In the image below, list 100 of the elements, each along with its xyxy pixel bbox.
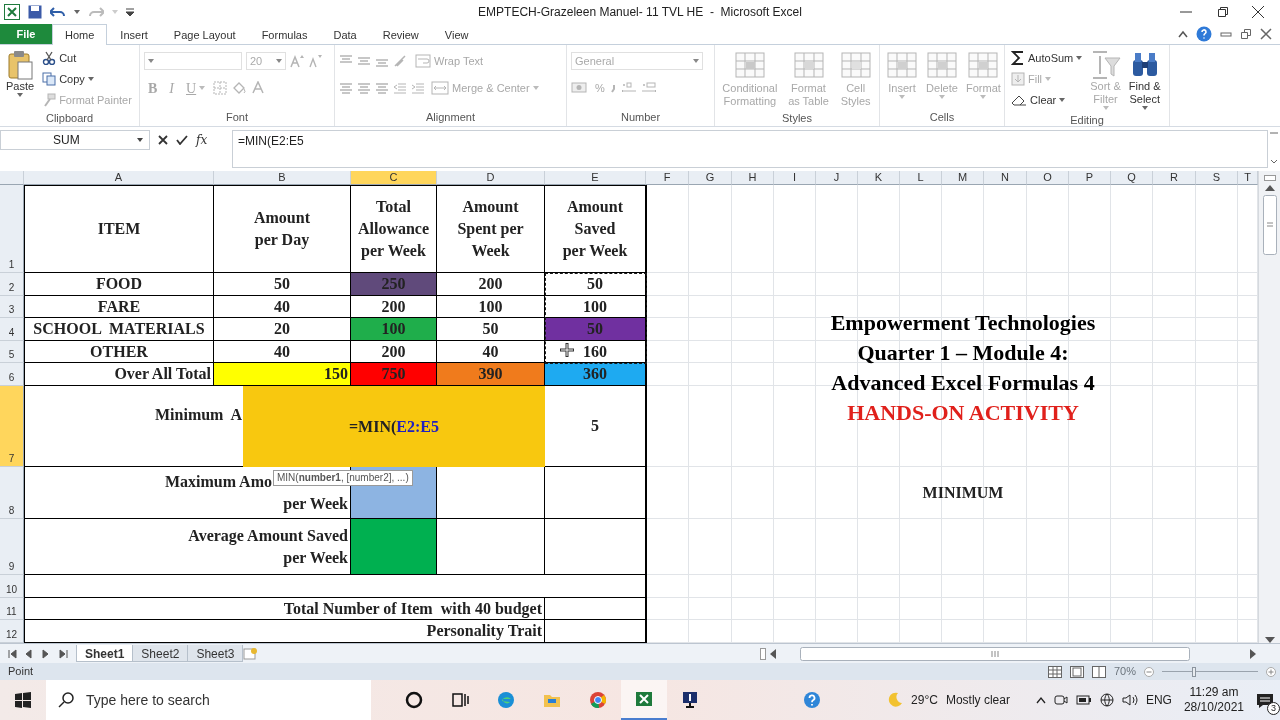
shrink-font-icon[interactable] xyxy=(308,54,322,68)
cell-editor[interactable]: =MIN(E2:E5 xyxy=(243,386,545,467)
column-header[interactable]: P xyxy=(1069,171,1111,185)
align-right-icon[interactable] xyxy=(375,82,389,94)
ribbon-button[interactable]: Clear xyxy=(1009,90,1085,110)
formula-field[interactable]: =MIN(E2:E5 xyxy=(232,130,1268,168)
split-handle-icon[interactable] xyxy=(1263,175,1276,181)
customize-icon[interactable] xyxy=(126,8,134,16)
column-header[interactable]: L xyxy=(900,171,942,185)
temperature[interactable]: 29°C xyxy=(911,691,938,709)
column-header[interactable]: O xyxy=(1027,171,1069,185)
battery-icon[interactable] xyxy=(1075,694,1092,706)
column-header[interactable]: N xyxy=(984,171,1027,185)
save-icon[interactable] xyxy=(28,5,42,19)
clock-time[interactable]: 11:29 am xyxy=(1189,685,1239,700)
font-name-field[interactable] xyxy=(144,52,242,70)
row-header[interactable]: 1 xyxy=(0,185,24,273)
name-box[interactable]: SUM xyxy=(0,130,150,150)
zoom-slider-thumb[interactable] xyxy=(1192,666,1197,677)
ribbon-button[interactable]: Cut xyxy=(40,48,134,68)
decrease-indent-icon[interactable] xyxy=(393,82,407,94)
help-icon[interactable] xyxy=(803,691,822,709)
select-all-button[interactable] xyxy=(0,171,24,185)
previous-sheet-icon[interactable] xyxy=(25,648,34,659)
zoom-out-icon[interactable] xyxy=(1144,666,1154,677)
ribbon-tab[interactable]: Formulas xyxy=(248,24,321,45)
row-header[interactable]: 6 xyxy=(0,363,24,386)
normal-view-icon[interactable] xyxy=(1047,665,1062,678)
split-handle-icon[interactable] xyxy=(760,647,766,660)
enter-icon[interactable] xyxy=(176,135,188,145)
row-header[interactable]: 5 xyxy=(0,341,24,363)
sheet-tab[interactable]: Sheet2 xyxy=(132,645,189,662)
weather-status[interactable]: Mostly clear xyxy=(945,691,1010,709)
column-header[interactable]: F xyxy=(646,171,689,185)
row-header[interactable]: 7 xyxy=(0,386,24,467)
row-header[interactable]: 10 xyxy=(0,575,24,598)
first-sheet-icon[interactable] xyxy=(8,648,17,659)
decrease-decimal-icon[interactable] xyxy=(640,81,657,95)
ribbon-tab[interactable]: Page Layout xyxy=(160,24,249,45)
zoom-level[interactable]: 70% xyxy=(1113,663,1136,680)
sigma-icon[interactable] xyxy=(1011,51,1025,65)
insert-sheet-icon[interactable] xyxy=(242,646,259,661)
scroll-right-icon[interactable] xyxy=(1250,648,1256,659)
eraser-icon[interactable] xyxy=(1011,93,1027,107)
language-indicator[interactable]: ENG xyxy=(1145,691,1172,709)
search-field[interactable]: Type here to search xyxy=(46,680,371,720)
network-icon[interactable] xyxy=(1099,693,1114,707)
column-header[interactable]: R xyxy=(1153,171,1196,185)
column-header[interactable]: H xyxy=(732,171,774,185)
insert-function-button[interactable]: fx xyxy=(196,131,208,149)
row-header[interactable]: 11 xyxy=(0,598,24,620)
column-header[interactable]: G xyxy=(689,171,732,185)
clock-date[interactable]: 28/10/2021 xyxy=(1183,700,1244,715)
scroll-thumb-icon[interactable] xyxy=(800,646,1190,661)
ribbon-tab[interactable]: Insert xyxy=(107,24,161,45)
cancel-icon[interactable] xyxy=(158,135,168,145)
column-header[interactable]: C xyxy=(351,171,437,185)
column-header[interactable]: S xyxy=(1196,171,1238,185)
next-sheet-icon[interactable] xyxy=(42,648,51,659)
column-header[interactable]: D xyxy=(437,171,545,185)
restore-icon[interactable] xyxy=(1216,6,1228,18)
ribbon-button[interactable]: Paste xyxy=(4,48,37,110)
column-header[interactable]: K xyxy=(858,171,900,185)
column-header[interactable]: Q xyxy=(1111,171,1153,185)
increase-decimal-icon[interactable] xyxy=(620,81,637,95)
sheet-tab[interactable]: Sheet1 xyxy=(76,645,134,662)
orientation-icon[interactable] xyxy=(393,55,409,67)
show-hidden-icons-icon[interactable] xyxy=(1035,696,1046,704)
scroll-up-icon[interactable] xyxy=(1264,185,1275,191)
column-header[interactable]: M xyxy=(942,171,984,185)
zoom-slider[interactable] xyxy=(1162,665,1258,678)
row-header[interactable]: 12 xyxy=(0,620,24,643)
column-header[interactable]: I xyxy=(774,171,816,185)
page-break-view-icon[interactable] xyxy=(1091,665,1106,678)
close-icon[interactable] xyxy=(1252,6,1264,18)
column-header[interactable]: B xyxy=(214,171,351,185)
increase-indent-icon[interactable] xyxy=(411,82,425,94)
row-header[interactable]: 3 xyxy=(0,296,24,318)
meet-icon[interactable] xyxy=(1053,693,1068,707)
ribbon-button[interactable]: Copy xyxy=(40,69,134,89)
grow-font-icon[interactable] xyxy=(290,54,304,68)
collapse-ribbon-icon[interactable] xyxy=(1178,30,1188,38)
center-icon[interactable] xyxy=(357,82,371,94)
ribbon-tab[interactable]: Review xyxy=(369,24,432,45)
file-tab[interactable]: File xyxy=(0,24,52,44)
ribbon-tab[interactable]: View xyxy=(431,24,482,45)
ribbon-button[interactable]: Find & Select xyxy=(1126,48,1163,112)
undo-icon[interactable] xyxy=(50,6,66,18)
help-icon[interactable] xyxy=(1196,26,1212,42)
comma-style-icon[interactable] xyxy=(610,83,617,93)
page-layout-view-icon[interactable] xyxy=(1069,665,1084,678)
align-left-icon[interactable] xyxy=(339,82,353,94)
align-middle-icon[interactable] xyxy=(357,55,371,67)
zoom-in-icon[interactable] xyxy=(1266,666,1276,677)
copy-icon[interactable] xyxy=(42,72,57,86)
notification-icon[interactable] xyxy=(1256,692,1274,709)
sheet-tab[interactable]: Sheet3 xyxy=(187,645,244,662)
row-header[interactable]: 9 xyxy=(0,519,24,575)
column-header[interactable]: A xyxy=(24,171,214,185)
clipboard-icon[interactable] xyxy=(7,50,34,80)
